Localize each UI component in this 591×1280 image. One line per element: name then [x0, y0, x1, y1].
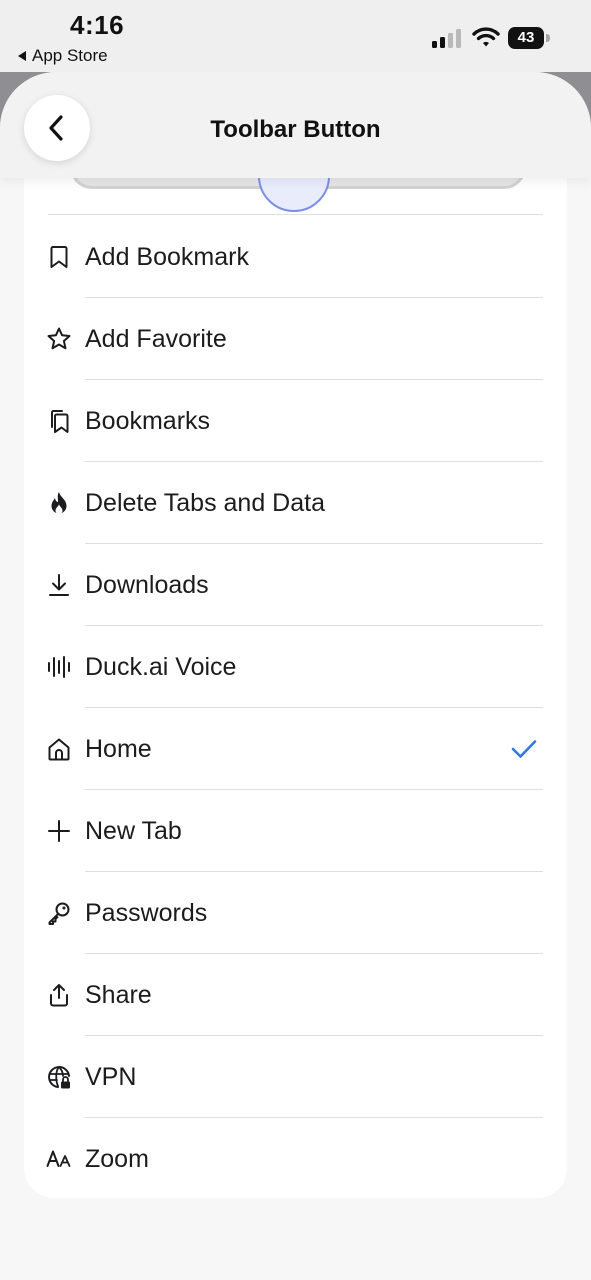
page-title: Toolbar Button [210, 116, 381, 143]
option-label: VPN [85, 1063, 137, 1091]
star-icon [47, 327, 71, 350]
option-label: Bookmarks [85, 407, 211, 435]
wifi-icon [472, 27, 500, 47]
option-label: Home [85, 735, 152, 763]
option-delete-tabs-and-data[interactable]: Delete Tabs and Data [24, 462, 567, 544]
back-app-label: App Store [32, 46, 108, 65]
option-label: Add Favorite [85, 325, 227, 353]
option-label: Downloads [85, 571, 209, 599]
option-downloads[interactable]: Downloads [24, 544, 567, 626]
option-home[interactable]: Home [24, 708, 567, 790]
option-duck-ai-voice[interactable]: Duck.ai Voice [24, 626, 567, 708]
option-new-tab[interactable]: New Tab [24, 790, 567, 872]
download-icon [49, 574, 69, 596]
option-label: Share [85, 981, 152, 1009]
home-icon [48, 738, 70, 761]
option-label: Zoom [85, 1145, 149, 1173]
plus-icon [48, 820, 70, 842]
option-label: Passwords [85, 899, 208, 927]
status-time: 4:16 [70, 10, 125, 40]
checkmark-icon [511, 740, 537, 758]
vpn-globe-icon [48, 1066, 70, 1089]
waveform-icon [48, 656, 70, 678]
option-share[interactable]: Share [24, 954, 567, 1036]
option-add-favorite[interactable]: Add Favorite [24, 298, 567, 380]
options-card: Add Bookmark Add Favorite Bookmarks Dele… [24, 128, 567, 1198]
option-add-bookmark[interactable]: Add Bookmark [24, 216, 567, 298]
battery-icon: 43 [508, 27, 552, 49]
battery-level: 43 [508, 27, 544, 49]
fire-icon [51, 492, 67, 514]
bookmarks-icon [51, 410, 69, 433]
option-label: New Tab [85, 817, 182, 845]
text-size-icon [46, 1150, 71, 1167]
option-label: Add Bookmark [85, 243, 249, 271]
option-label: Delete Tabs and Data [85, 489, 325, 517]
sheet-header: Toolbar Button [0, 72, 591, 178]
bookmark-icon [50, 246, 68, 268]
divider [48, 214, 543, 215]
signal-icon [432, 29, 461, 48]
option-passwords[interactable]: Passwords [24, 872, 567, 954]
battery-cap [546, 34, 550, 42]
options-list: Add Bookmark Add Favorite Bookmarks Dele… [24, 216, 567, 1198]
option-zoom[interactable]: Zoom [24, 1118, 567, 1198]
back-to-app-store-link[interactable]: App Store [18, 46, 108, 66]
option-bookmarks[interactable]: Bookmarks [24, 380, 567, 462]
option-label: Duck.ai Voice [85, 653, 237, 681]
toolbar-button-sheet: Toolbar Button Add Bookmark Add Favorite [0, 72, 591, 1280]
key-icon [48, 902, 70, 925]
back-triangle-icon [18, 51, 26, 61]
share-icon [50, 984, 68, 1007]
option-vpn[interactable]: VPN [24, 1036, 567, 1118]
status-bar: 4:16 App Store 43 [0, 0, 591, 72]
